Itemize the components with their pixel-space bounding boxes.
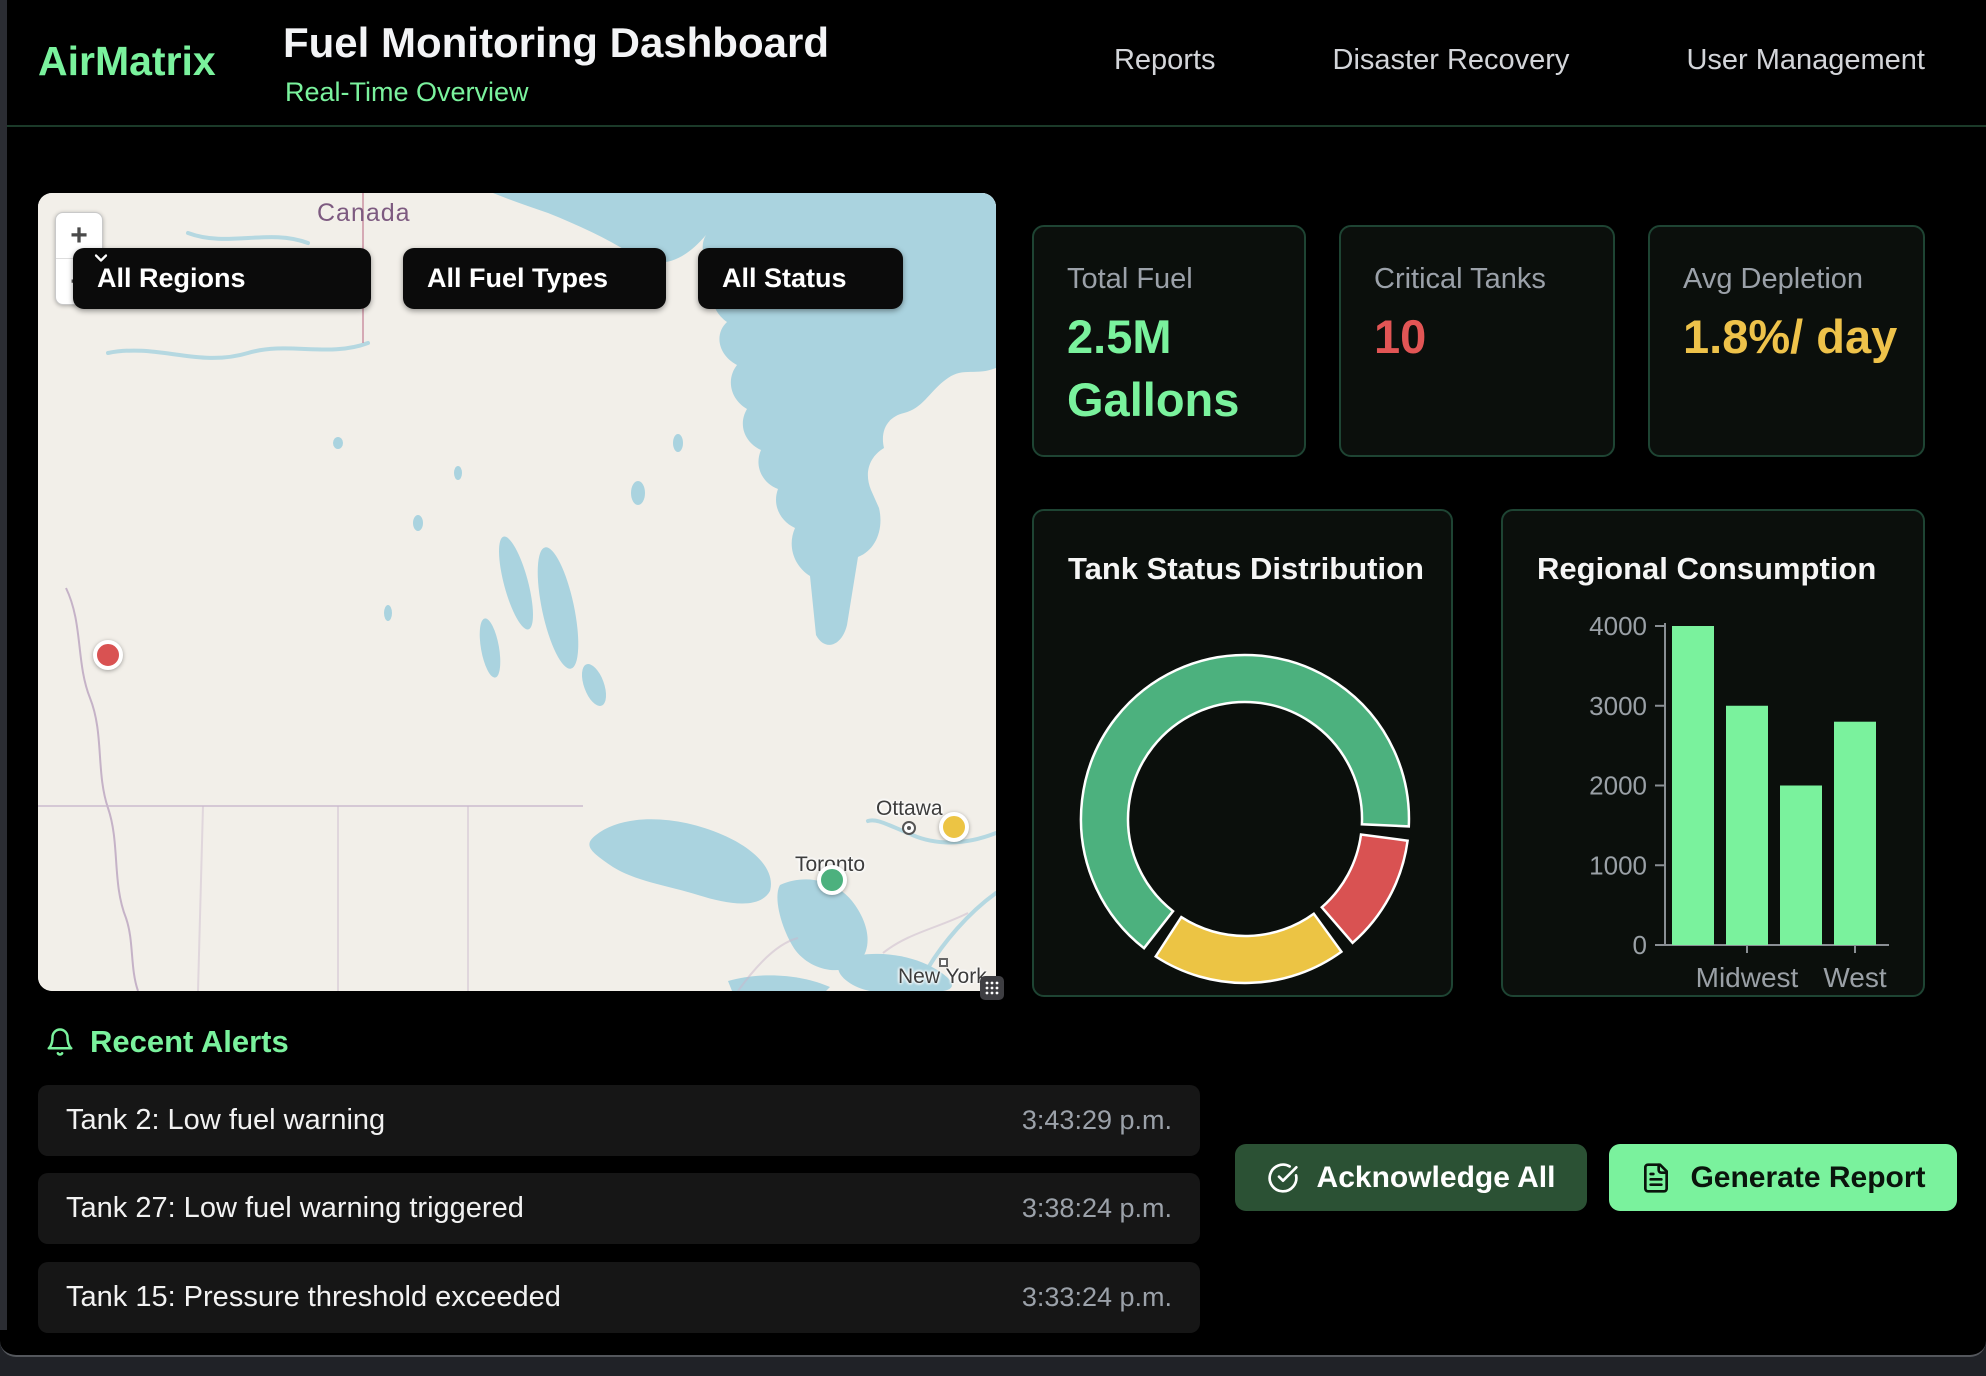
stat-card-critical-tanks: Critical Tanks 10	[1339, 225, 1615, 457]
generate-report-button[interactable]: Generate Report	[1609, 1144, 1957, 1211]
nav-item-reports[interactable]: Reports	[1114, 44, 1216, 77]
stat-label: Total Fuel	[1067, 263, 1193, 296]
region-filter-select[interactable]: All Regions	[73, 248, 371, 309]
tank-status-distribution-card: Tank Status Distribution	[1032, 509, 1453, 997]
acknowledge-all-button[interactable]: Acknowledge All	[1235, 1144, 1587, 1211]
fuel-type-filter-value: All Fuel Types	[427, 263, 608, 294]
status-filter-value: All Status	[722, 263, 847, 294]
status-filter-select[interactable]: All Status	[698, 248, 903, 309]
alert-timestamp: 3:43:29 p.m.	[1022, 1105, 1172, 1136]
alert-message: Tank 15: Pressure threshold exceeded	[66, 1281, 561, 1314]
map-label-canada: Canada	[317, 199, 411, 228]
stat-label: Avg Depletion	[1683, 263, 1863, 296]
map-label-new-york: New York	[898, 965, 987, 989]
svg-text:West: West	[1823, 962, 1886, 993]
map-marker-warning[interactable]	[939, 812, 969, 842]
svg-text:1000: 1000	[1589, 850, 1647, 880]
alert-message: Tank 27: Low fuel warning triggered	[66, 1192, 524, 1225]
stat-card-total-fuel: Total Fuel 2.5M Gallons	[1032, 225, 1306, 457]
stat-value: 10	[1374, 306, 1589, 369]
app-window: AirMatrix Fuel Monitoring Dashboard Real…	[0, 0, 1986, 1357]
file-text-icon	[1640, 1162, 1672, 1194]
alert-timestamp: 3:33:24 p.m.	[1022, 1282, 1172, 1313]
svg-text:4000: 4000	[1589, 611, 1647, 641]
map-label-ottawa: Ottawa	[876, 797, 943, 821]
nav-item-disaster-recovery[interactable]: Disaster Recovery	[1333, 44, 1570, 77]
chevron-down-icon	[91, 248, 111, 268]
svg-text:0: 0	[1633, 930, 1647, 960]
grip-dots-icon	[984, 980, 1000, 996]
ottawa-town-icon	[902, 821, 916, 835]
fuel-type-filter-select[interactable]: All Fuel Types	[403, 248, 666, 309]
chart-title: Regional Consumption	[1537, 551, 1876, 587]
map-marker-normal[interactable]	[817, 865, 847, 895]
map-marker-critical[interactable]	[93, 640, 123, 670]
alert-timestamp: 3:38:24 p.m.	[1022, 1193, 1172, 1224]
alerts-section-title: Recent Alerts	[90, 1024, 289, 1060]
stat-card-avg-depletion: Avg Depletion 1.8%/ day	[1648, 225, 1925, 457]
nav-item-user-management[interactable]: User Management	[1686, 44, 1925, 77]
region-filter-value: All Regions	[97, 263, 246, 294]
alert-row[interactable]: Tank 2: Low fuel warning 3:43:29 p.m.	[38, 1085, 1200, 1156]
map-canvas[interactable]: Canada Ottawa Toronto New York + − All R…	[38, 193, 996, 991]
acknowledge-all-label: Acknowledge All	[1317, 1161, 1556, 1195]
stat-value: 2.5M Gallons	[1067, 306, 1282, 431]
check-circle-icon	[1267, 1162, 1299, 1194]
chart-title: Tank Status Distribution	[1068, 551, 1424, 587]
bell-icon	[45, 1027, 75, 1057]
svg-text:3000: 3000	[1589, 691, 1647, 721]
brand-logo: AirMatrix	[38, 38, 216, 85]
alert-row[interactable]: Tank 15: Pressure threshold exceeded 3:3…	[38, 1262, 1200, 1333]
recent-alerts-header: Recent Alerts	[45, 1024, 289, 1060]
stat-value: 1.8%/ day	[1683, 306, 1898, 369]
svg-text:Midwest: Midwest	[1696, 962, 1799, 993]
regional-consumption-card: 0 1000 2000 3000 4000 Midwest West Regional Co…	[1501, 509, 1925, 997]
top-nav: Reports Disaster Recovery User Managemen…	[1114, 44, 1925, 77]
header: AirMatrix Fuel Monitoring Dashboard Real…	[0, 0, 1986, 127]
alert-row[interactable]: Tank 27: Low fuel warning triggered 3:38…	[38, 1173, 1200, 1244]
alert-message: Tank 2: Low fuel warning	[66, 1104, 385, 1137]
new-york-town-icon	[939, 958, 948, 967]
map-resize-handle[interactable]	[980, 976, 1004, 1000]
map-filters: All Regions All Fuel Types All Status	[73, 248, 903, 309]
page-title: Fuel Monitoring Dashboard	[283, 19, 829, 67]
map-panel: Canada Ottawa Toronto New York + − All R…	[38, 193, 996, 991]
window-edge	[0, 0, 7, 1330]
svg-text:2000: 2000	[1589, 771, 1647, 801]
stat-label: Critical Tanks	[1374, 263, 1546, 296]
page-subtitle: Real-Time Overview	[285, 77, 529, 108]
generate-report-label: Generate Report	[1690, 1161, 1925, 1195]
